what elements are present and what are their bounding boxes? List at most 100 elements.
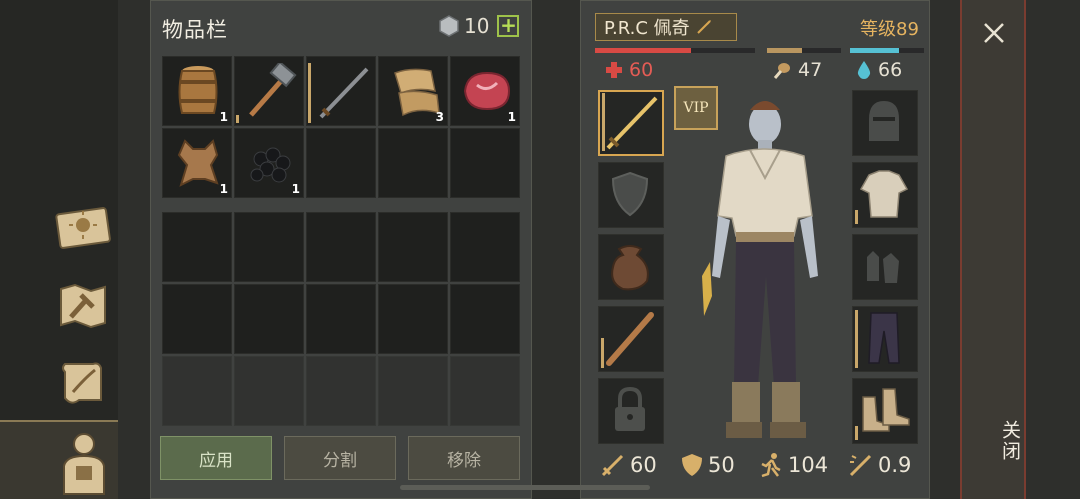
tab-character[interactable] (0, 420, 118, 499)
tab-recipes[interactable] (52, 352, 114, 414)
item-count: 3 (435, 110, 444, 124)
inventory-slot[interactable] (450, 128, 520, 198)
inventory-slot[interactable] (234, 56, 304, 126)
lock-icon (615, 386, 645, 431)
add-coins-button[interactable]: + (497, 15, 520, 37)
inventory-slot[interactable] (306, 212, 376, 282)
inventory-slot[interactable]: 3 (378, 56, 448, 126)
crafting-map-icon (60, 283, 106, 329)
hammer-icon (249, 63, 297, 117)
inventory-slot[interactable] (450, 284, 520, 354)
level-label: 等级89 (860, 19, 919, 40)
attack-speed-value: 0.9 (878, 453, 912, 477)
attack-sword-icon (601, 454, 624, 477)
inventory-slot[interactable]: 1 (234, 128, 304, 198)
pouch-icon (611, 245, 649, 291)
remove-button[interactable]: 移除 (408, 436, 520, 480)
water-stat: 66 (856, 59, 902, 81)
golden-sword-icon (606, 96, 658, 150)
inventory-slot[interactable] (450, 356, 520, 426)
attack-stat: 60 (600, 452, 657, 478)
durability-bar (855, 426, 858, 440)
inventory-slot[interactable] (378, 212, 448, 282)
equip-slot-tool[interactable] (598, 306, 664, 372)
durability-bar (855, 310, 858, 368)
close-panel[interactable]: 关闭 (960, 0, 1026, 499)
inventory-slot[interactable]: 1 (162, 56, 232, 126)
durability-bar (602, 93, 605, 151)
equip-slot-weapon[interactable] (598, 90, 664, 156)
health-bar (595, 48, 755, 53)
inventory-slot[interactable] (378, 284, 448, 354)
sword-icon (319, 67, 369, 119)
character-name-box[interactable]: P.R.C 佩奇 (595, 13, 737, 41)
item-count: 1 (219, 182, 228, 196)
leather-hide-icon (177, 139, 219, 187)
inventory-slot[interactable] (378, 128, 448, 198)
inventory-slot[interactable] (234, 284, 304, 354)
shield-icon (611, 171, 649, 217)
scroll-quill-icon (62, 362, 102, 404)
shirt-icon (859, 170, 909, 218)
close-label[interactable]: 关闭 (962, 420, 1024, 462)
tab-journal[interactable] (52, 196, 114, 258)
meat-icon (463, 71, 511, 111)
equip-slot-feet[interactable] (852, 378, 918, 444)
sun-book-icon (55, 207, 111, 249)
food-bar (767, 48, 841, 53)
boots-icon (862, 388, 910, 432)
defense-stat: 50 (680, 452, 735, 478)
drumstick-icon (773, 63, 790, 79)
health-stat: 60 (605, 59, 653, 81)
food-value: 47 (798, 59, 823, 81)
trousers-icon (868, 312, 900, 364)
health-value: 60 (629, 59, 654, 81)
close-icon[interactable] (983, 22, 1005, 44)
coin-counter: 10 + (438, 14, 520, 38)
split-button[interactable]: 分割 (284, 436, 396, 480)
scroll-indicator[interactable] (400, 485, 650, 490)
food-stat: 47 (772, 59, 822, 81)
apply-button[interactable]: 应用 (160, 436, 272, 480)
club-icon (606, 312, 654, 366)
inventory-slot[interactable] (234, 356, 304, 426)
equip-slot-shield[interactable] (598, 162, 664, 228)
edit-quill-icon (696, 20, 711, 34)
inventory-slot[interactable] (234, 212, 304, 282)
equip-slot-legs[interactable] (852, 306, 918, 372)
attack-value: 60 (630, 453, 657, 477)
running-icon (761, 453, 781, 478)
equip-slot-hands[interactable] (852, 234, 918, 300)
durability-bar (308, 63, 311, 123)
equip-slot-body[interactable] (852, 162, 918, 228)
character-silhouette-icon (63, 433, 105, 495)
inventory-slot[interactable] (162, 284, 232, 354)
inventory-slot[interactable] (162, 212, 232, 282)
character-name: P.R.C 佩奇 (604, 18, 690, 39)
tab-crafting[interactable] (52, 274, 114, 336)
barrel-icon (178, 66, 218, 114)
inventory-slot[interactable] (306, 356, 376, 426)
equip-slot-locked[interactable] (598, 378, 664, 444)
coin-icon (439, 15, 459, 37)
inventory-slot[interactable] (306, 56, 376, 126)
inventory-slot[interactable]: 1 (450, 56, 520, 126)
equip-slot-head[interactable] (852, 90, 918, 156)
game-screen: 物品栏 10 + 1 3 1 1 1 应用 分割 移除 P.R.C 佩奇 等级8… (0, 0, 1080, 499)
health-cross-icon (606, 62, 622, 78)
item-count: 1 (291, 182, 300, 196)
inventory-slot[interactable] (378, 356, 448, 426)
helmet-icon (869, 101, 899, 141)
cloth-icon (394, 68, 440, 117)
equip-slot-bag[interactable] (598, 234, 664, 300)
inventory-slot[interactable] (306, 128, 376, 198)
side-tab-bar (0, 0, 118, 499)
inventory-slot[interactable] (162, 356, 232, 426)
inventory-slot[interactable] (306, 284, 376, 354)
inventory-slot[interactable] (450, 212, 520, 282)
character-model (702, 101, 818, 438)
coin-count: 10 (464, 14, 490, 38)
inventory-slot[interactable]: 1 (162, 128, 232, 198)
item-count: 1 (219, 110, 228, 124)
defense-shield-icon (682, 454, 702, 476)
